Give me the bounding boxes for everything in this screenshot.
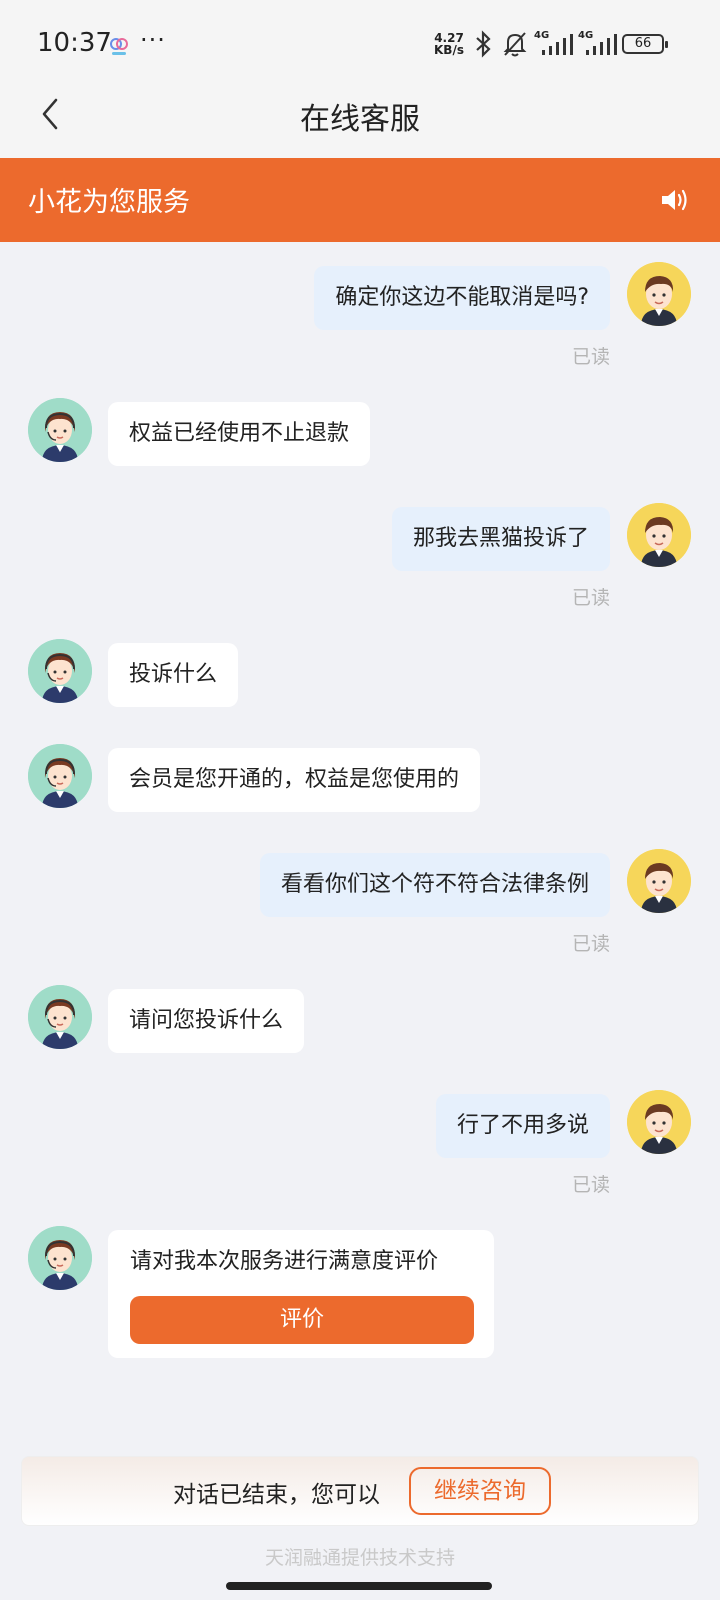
read-receipt: 已读 bbox=[571, 933, 610, 955]
evaluation-prompt: 请对我本次服务进行满意度评价 bbox=[130, 1249, 439, 1274]
status-time: 10:37 bbox=[37, 28, 112, 58]
agent-avatar bbox=[28, 639, 92, 703]
agent-banner: 小花为您服务 bbox=[0, 158, 720, 242]
agent-message-bubble: 投诉什么 bbox=[108, 643, 239, 707]
user-message-bubble: 确定你这边不能取消是吗? bbox=[314, 266, 610, 330]
mute-icon bbox=[503, 32, 527, 57]
powered-by-text: 天润融通提供技术支持 bbox=[264, 1547, 455, 1569]
agent-avatar bbox=[28, 744, 92, 808]
read-receipt: 已读 bbox=[571, 346, 610, 368]
conversation-ended-text: 对话已结束，您可以 bbox=[173, 1482, 380, 1508]
page-title: 在线客服 bbox=[300, 102, 420, 137]
bluetooth-icon bbox=[476, 30, 491, 58]
agent-avatar bbox=[28, 985, 92, 1049]
evaluation-card: 请对我本次服务进行满意度评价 评价 bbox=[108, 1230, 494, 1358]
agent-message-bubble: 会员是您开通的，权益是您使用的 bbox=[108, 748, 481, 812]
read-receipt: 已读 bbox=[571, 1174, 610, 1196]
conversation-ended-bar: 对话已结束，您可以 继续咨询 bbox=[21, 1456, 699, 1526]
app-notification-icon bbox=[110, 38, 128, 55]
agent-message-bubble: 权益已经使用不止退款 bbox=[108, 402, 371, 466]
user-avatar bbox=[627, 849, 691, 913]
read-receipt: 已读 bbox=[571, 587, 610, 609]
speaker-icon[interactable] bbox=[660, 186, 690, 214]
agent-service-label: 小花为您服务 bbox=[28, 187, 190, 218]
home-indicator[interactable] bbox=[226, 1582, 492, 1590]
network-speed: 4.27 KB/s bbox=[434, 31, 464, 57]
nav-bar: 在线客服 bbox=[0, 72, 720, 158]
signal-icon-1: 4G bbox=[534, 30, 574, 56]
agent-avatar bbox=[28, 398, 92, 462]
user-message-bubble: 看看你们这个符不符合法律条例 bbox=[259, 853, 610, 917]
agent-avatar bbox=[28, 1226, 92, 1290]
battery-icon: 66 bbox=[622, 34, 668, 54]
agent-message-bubble: 请问您投诉什么 bbox=[108, 989, 305, 1053]
user-avatar bbox=[627, 1090, 691, 1154]
user-message-bubble: 那我去黑猫投诉了 bbox=[391, 507, 610, 571]
more-notifications-icon: ··· bbox=[140, 26, 166, 54]
continue-consult-button[interactable]: 继续咨询 bbox=[409, 1467, 551, 1515]
user-avatar bbox=[627, 503, 691, 567]
signal-icon-2: 4G bbox=[578, 30, 618, 56]
evaluate-button[interactable]: 评价 bbox=[130, 1296, 474, 1344]
user-avatar bbox=[627, 262, 691, 326]
user-message-bubble: 行了不用多说 bbox=[435, 1094, 610, 1158]
